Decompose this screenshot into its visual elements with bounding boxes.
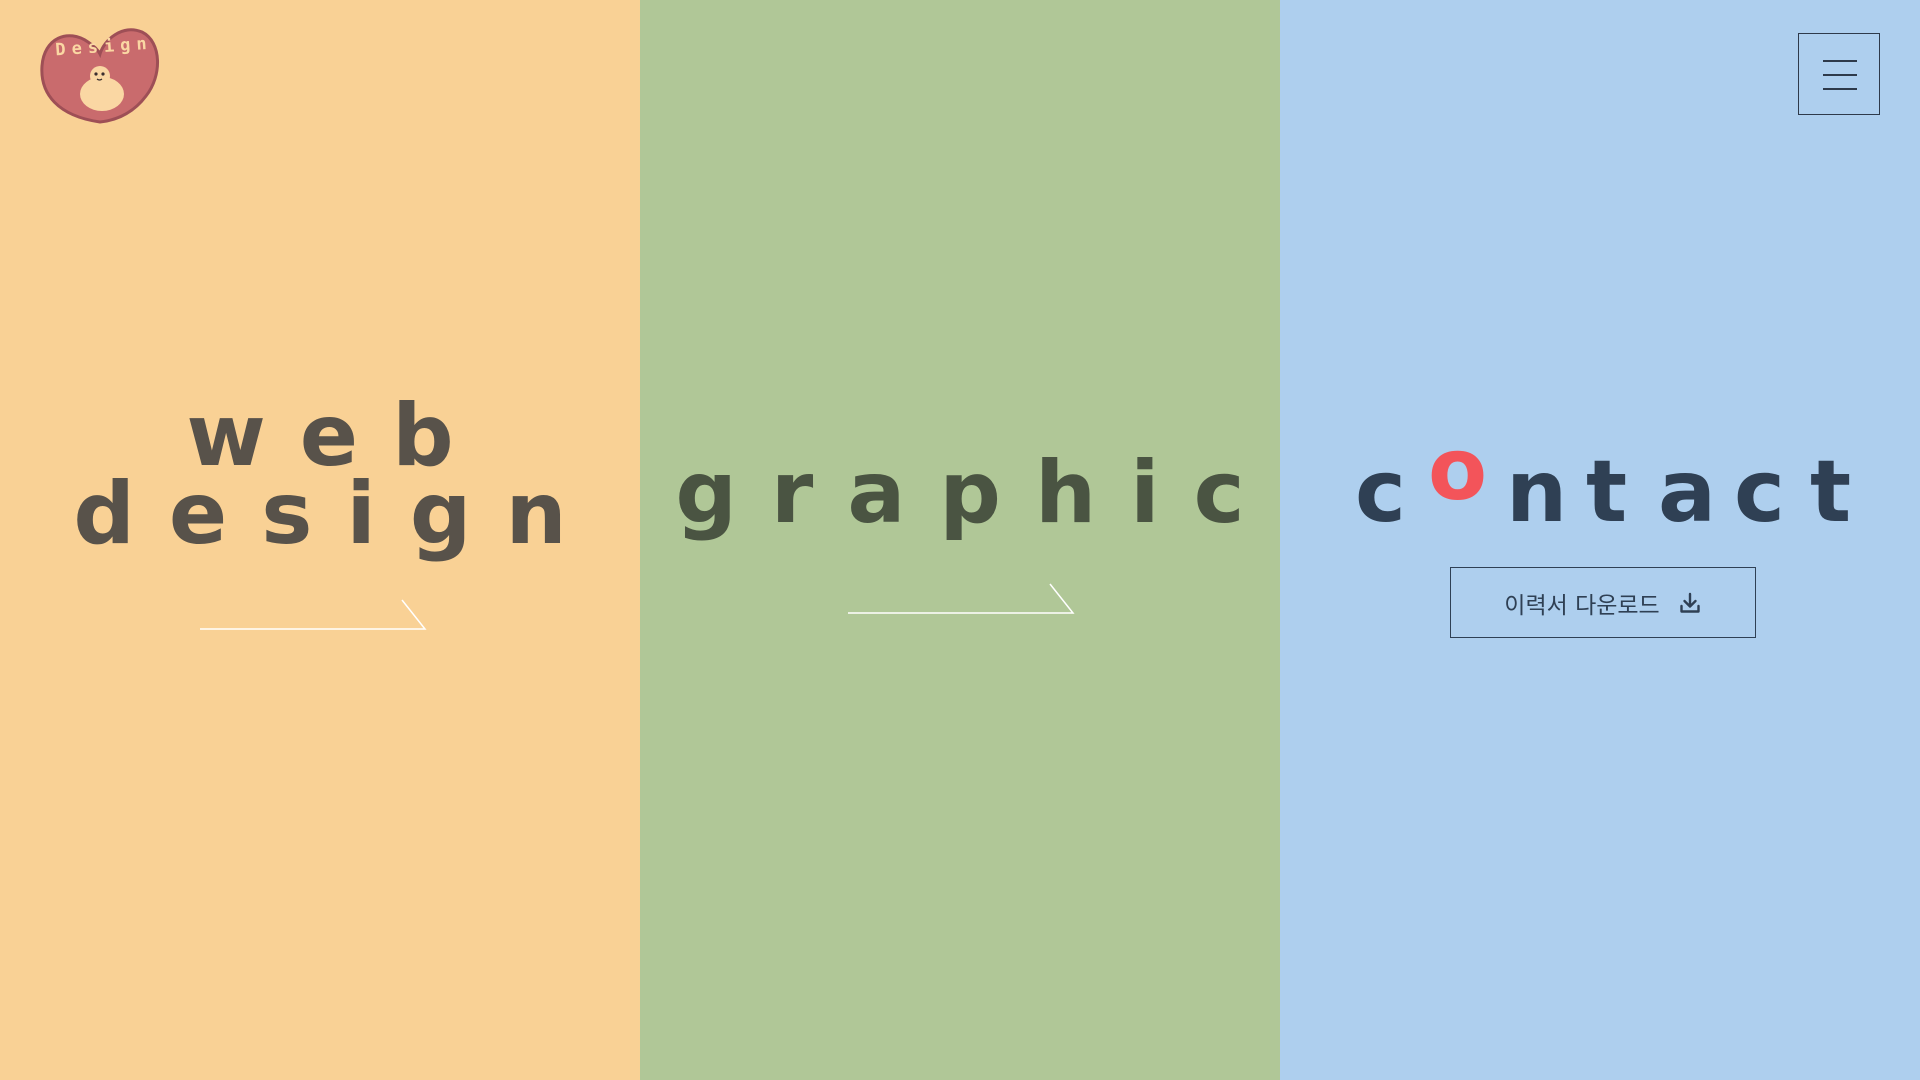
contact-letter-n: n xyxy=(1506,442,1568,542)
contact-letter-t2: t xyxy=(1810,442,1852,542)
graphic-arrow-icon[interactable] xyxy=(848,582,1078,616)
logo[interactable]: Design xyxy=(38,24,162,126)
resume-download-button[interactable]: 이력서 다운로드 xyxy=(1450,567,1756,638)
web-design-arrow-icon[interactable] xyxy=(200,598,430,632)
contact-panel[interactable]: c o n t a c t 이력서 다운로드 xyxy=(1280,0,1920,1080)
contact-letter-a: a xyxy=(1658,442,1717,542)
menu-button[interactable] xyxy=(1798,33,1880,115)
contact-letter-t1: t xyxy=(1586,442,1628,542)
graphic-heading: graphic xyxy=(675,443,1279,543)
resume-download-label: 이력서 다운로드 xyxy=(1504,592,1660,619)
web-design-heading-line2: design xyxy=(73,464,601,564)
download-icon xyxy=(1678,591,1702,615)
graphic-panel[interactable]: graphic xyxy=(640,0,1280,1080)
web-design-panel[interactable]: web design xyxy=(0,0,640,1080)
contact-letter-c2: c xyxy=(1734,442,1785,542)
contact-letter-c1: c xyxy=(1355,442,1406,542)
web-design-heading: web design xyxy=(0,393,640,564)
portfolio-home: Design web design graphic c o n t a c t … xyxy=(0,0,1920,1080)
contact-letter-o-accent: o xyxy=(1428,420,1488,520)
contact-heading: c o n t a c t xyxy=(1280,427,1920,542)
